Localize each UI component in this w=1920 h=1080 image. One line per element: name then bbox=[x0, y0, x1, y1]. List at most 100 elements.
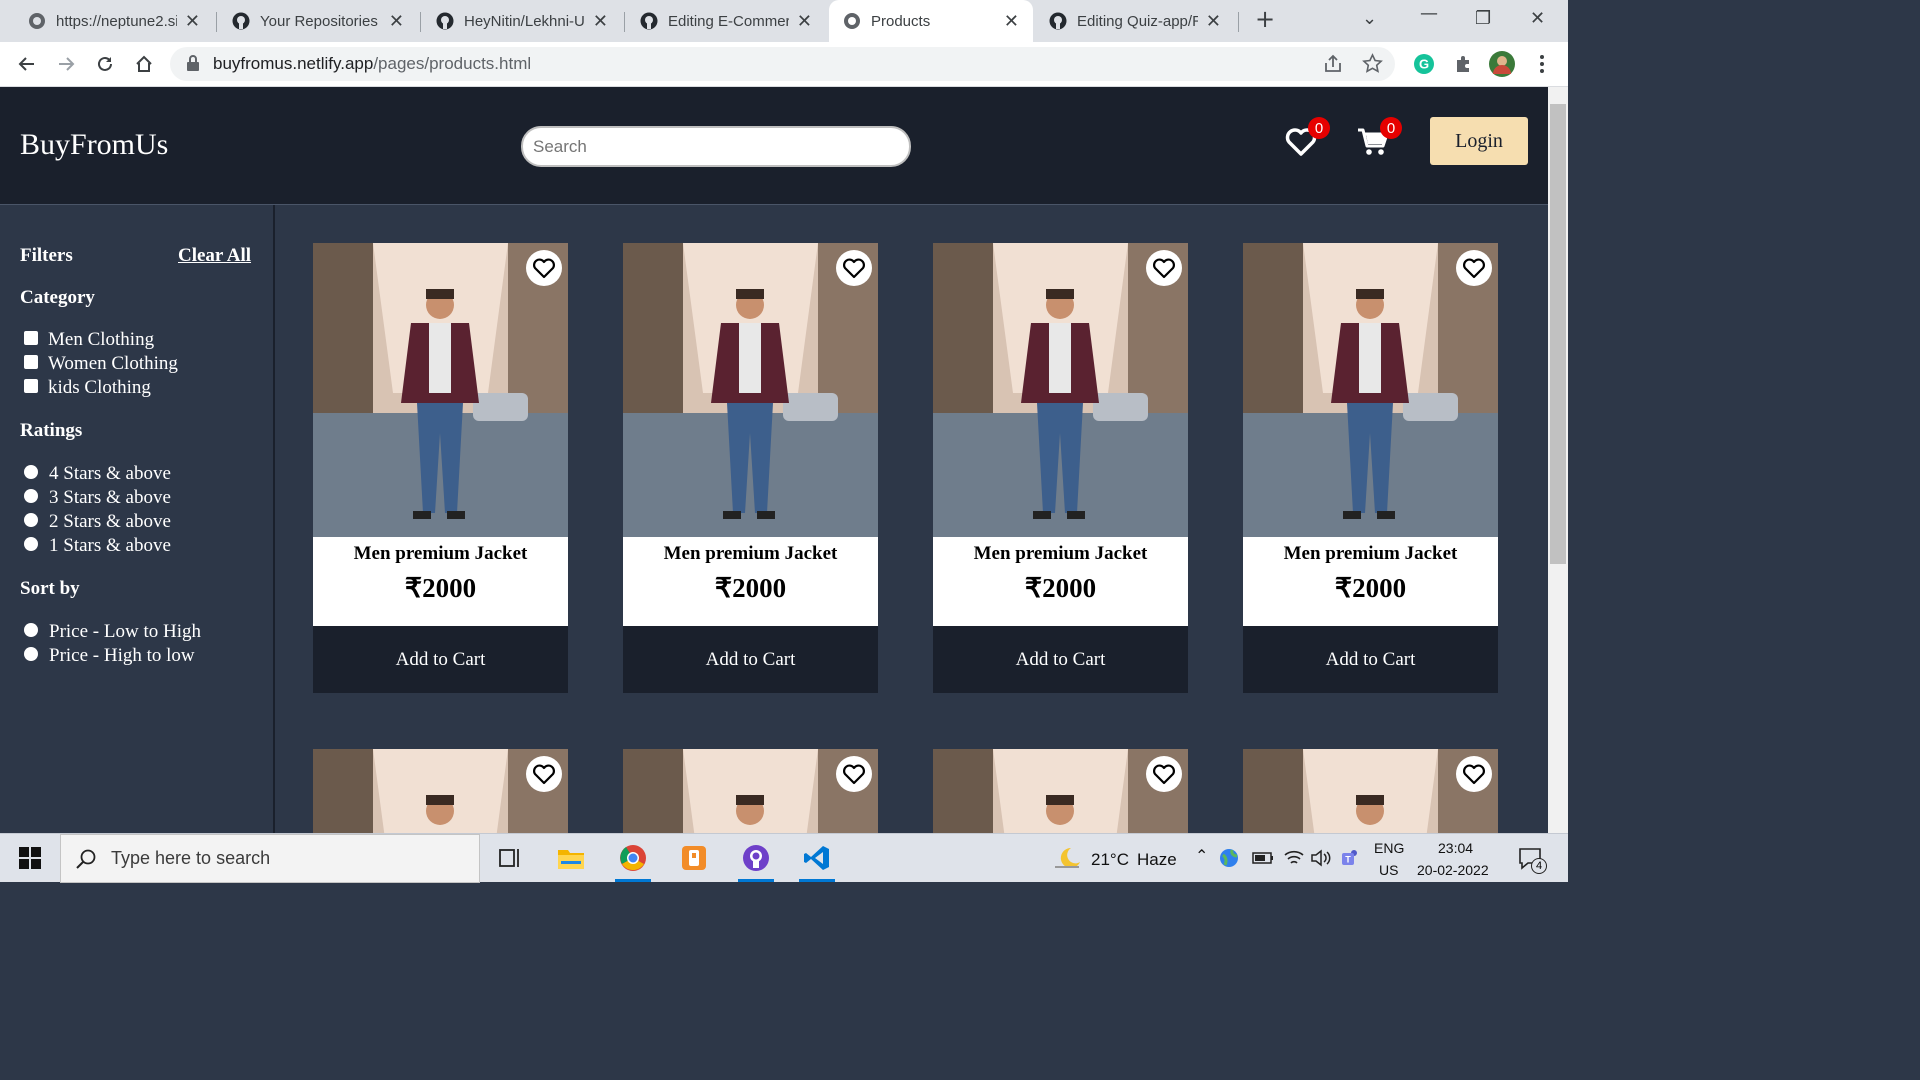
sort-option-high-low[interactable]: Price - High to low bbox=[24, 645, 195, 667]
github-desktop-icon[interactable] bbox=[738, 840, 774, 882]
close-icon[interactable]: ✕ bbox=[593, 12, 608, 30]
brand-logo[interactable]: BuyFromUs bbox=[20, 128, 168, 162]
radio-button[interactable] bbox=[24, 513, 38, 527]
taskbar-search-box[interactable]: Type here to search bbox=[60, 834, 480, 883]
volume-icon[interactable] bbox=[1308, 845, 1334, 871]
rating-option-1[interactable]: 1 Stars & above bbox=[24, 535, 171, 557]
product-grid: Men premium Jacket ₹2000 Add to Cart Men… bbox=[275, 205, 1548, 833]
wishlist-toggle[interactable] bbox=[526, 250, 562, 286]
share-icon[interactable] bbox=[1323, 54, 1343, 79]
input-region[interactable]: US bbox=[1379, 862, 1398, 878]
clock-time[interactable]: 23:04 bbox=[1438, 840, 1473, 856]
back-button[interactable] bbox=[13, 50, 41, 78]
category-option-women[interactable]: Women Clothing bbox=[24, 353, 178, 375]
add-to-cart-button[interactable]: Add to Cart bbox=[313, 626, 568, 693]
chevron-down-icon[interactable]: ⌄ bbox=[1362, 8, 1377, 29]
network-globe-icon[interactable] bbox=[1216, 845, 1242, 871]
close-icon[interactable]: ✕ bbox=[1004, 12, 1019, 30]
input-language[interactable]: ENG bbox=[1374, 840, 1404, 856]
checkbox[interactable] bbox=[24, 379, 38, 393]
clear-all-link[interactable]: Clear All bbox=[178, 245, 251, 267]
address-bar[interactable]: buyfromus.netlify.app/pages/products.htm… bbox=[170, 47, 1395, 81]
rating-option-2[interactable]: 2 Stars & above bbox=[24, 511, 171, 533]
vscode-icon[interactable] bbox=[799, 840, 835, 882]
radio-button[interactable] bbox=[24, 623, 38, 637]
product-image[interactable] bbox=[313, 749, 568, 833]
product-image[interactable] bbox=[313, 243, 568, 537]
radio-button[interactable] bbox=[24, 647, 38, 661]
product-image[interactable] bbox=[623, 243, 878, 537]
minimize-button[interactable]: — bbox=[1420, 3, 1438, 24]
category-option-kids[interactable]: kids Clothing bbox=[24, 377, 151, 399]
cart-button[interactable]: 0 bbox=[1356, 117, 1402, 161]
grammarly-extension-icon[interactable]: G bbox=[1410, 50, 1438, 78]
close-window-button[interactable]: ✕ bbox=[1530, 8, 1545, 29]
scrollbar-thumb[interactable] bbox=[1550, 104, 1566, 564]
extensions-puzzle-icon[interactable] bbox=[1449, 50, 1477, 78]
file-explorer-icon[interactable] bbox=[553, 840, 589, 876]
wishlist-toggle[interactable] bbox=[1146, 250, 1182, 286]
wishlist-toggle[interactable] bbox=[836, 756, 872, 792]
product-image[interactable] bbox=[933, 749, 1188, 833]
wishlist-toggle[interactable] bbox=[1456, 250, 1492, 286]
product-image[interactable] bbox=[1243, 749, 1498, 833]
category-option-men[interactable]: Men Clothing bbox=[24, 329, 154, 351]
wishlist-toggle[interactable] bbox=[1146, 756, 1182, 792]
chrome-menu-icon[interactable] bbox=[1528, 50, 1556, 78]
checkbox[interactable] bbox=[24, 331, 38, 345]
add-to-cart-button[interactable]: Add to Cart bbox=[1243, 626, 1498, 693]
clock-date[interactable]: 20-02-2022 bbox=[1417, 862, 1489, 878]
profile-avatar[interactable] bbox=[1488, 50, 1516, 78]
page-scrollbar[interactable] bbox=[1548, 87, 1568, 833]
tray-chevron-up-icon[interactable]: ⌃ bbox=[1195, 846, 1208, 866]
login-button[interactable]: Login bbox=[1430, 117, 1528, 165]
wishlist-toggle[interactable] bbox=[836, 250, 872, 286]
teams-icon[interactable]: T bbox=[1337, 845, 1363, 871]
tab-neptune[interactable]: https://neptune2.si ✕ bbox=[14, 6, 214, 36]
wishlist-toggle[interactable] bbox=[526, 756, 562, 792]
checkbox[interactable] bbox=[24, 355, 38, 369]
rating-option-4[interactable]: 4 Stars & above bbox=[24, 463, 171, 485]
forward-button[interactable] bbox=[52, 50, 80, 78]
notification-center-icon[interactable]: 4 bbox=[1512, 840, 1548, 876]
add-to-cart-button[interactable]: Add to Cart bbox=[623, 626, 878, 693]
bookmark-star-icon[interactable] bbox=[1362, 53, 1383, 79]
wishlist-button[interactable]: 0 bbox=[1284, 117, 1330, 161]
tab-products[interactable]: Products ✕ bbox=[829, 0, 1033, 42]
reload-button[interactable] bbox=[91, 50, 119, 78]
product-image[interactable] bbox=[623, 749, 878, 833]
add-to-cart-button[interactable]: Add to Cart bbox=[933, 626, 1188, 693]
weather-moon-icon[interactable] bbox=[1050, 840, 1086, 876]
windows-start-icon[interactable] bbox=[12, 840, 48, 876]
close-icon[interactable]: ✕ bbox=[797, 12, 812, 30]
product-image[interactable] bbox=[1243, 243, 1498, 537]
chrome-icon[interactable] bbox=[615, 840, 651, 882]
radio-button[interactable] bbox=[24, 465, 38, 479]
tab-editing-quiz-app[interactable]: Editing Quiz-app/R ✕ bbox=[1035, 6, 1235, 36]
close-icon[interactable]: ✕ bbox=[1206, 12, 1221, 30]
new-tab-button[interactable]: + bbox=[1255, 5, 1275, 33]
weather-description[interactable]: Haze bbox=[1137, 850, 1177, 870]
rating-option-3[interactable]: 3 Stars & above bbox=[24, 487, 171, 509]
tab-editing-ecommerce[interactable]: Editing E-Commerce ✕ bbox=[626, 6, 826, 36]
radio-button[interactable] bbox=[24, 537, 38, 551]
radio-button[interactable] bbox=[24, 489, 38, 503]
tab-your-repositories[interactable]: Your Repositories ✕ bbox=[218, 6, 418, 36]
app-icon-orange[interactable] bbox=[676, 840, 712, 876]
battery-icon[interactable] bbox=[1250, 845, 1276, 871]
search-input[interactable] bbox=[521, 126, 911, 167]
close-icon[interactable]: ✕ bbox=[185, 12, 200, 30]
wishlist-toggle[interactable] bbox=[1456, 756, 1492, 792]
github-icon bbox=[232, 12, 250, 30]
close-icon[interactable]: ✕ bbox=[389, 12, 404, 30]
restore-button[interactable]: ❐ bbox=[1475, 8, 1491, 29]
tab-lekhni-ui[interactable]: HeyNitin/Lekhni-UI ✕ bbox=[422, 6, 622, 36]
product-image[interactable] bbox=[933, 243, 1188, 537]
sort-option-low-high[interactable]: Price - Low to High bbox=[24, 621, 201, 643]
task-view-icon[interactable] bbox=[492, 840, 528, 876]
home-button[interactable] bbox=[130, 50, 158, 78]
wifi-icon[interactable] bbox=[1281, 845, 1307, 871]
option-label: Price - Low to High bbox=[49, 621, 201, 642]
weather-temperature[interactable]: 21°C bbox=[1091, 850, 1129, 870]
github-icon bbox=[640, 12, 658, 30]
